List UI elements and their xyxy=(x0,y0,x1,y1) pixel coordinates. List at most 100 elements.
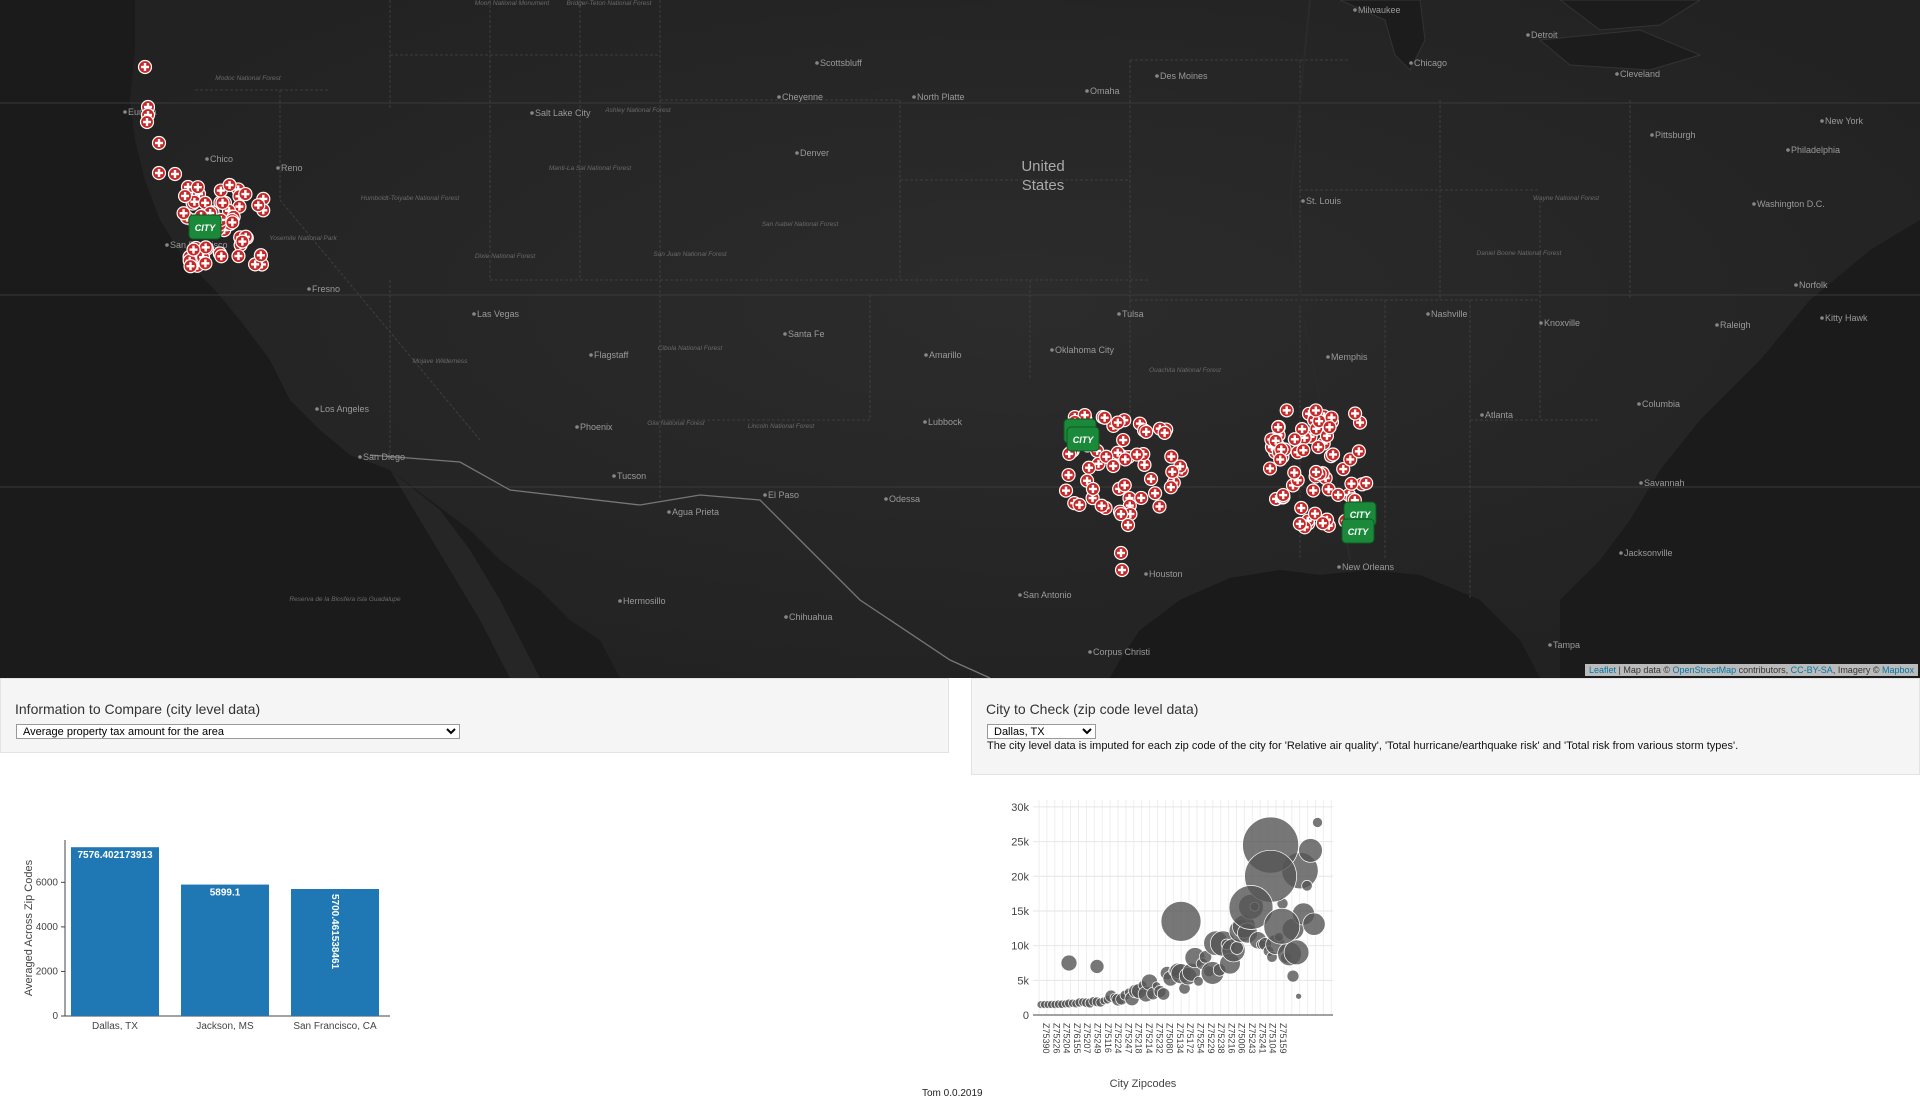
hospital-marker-icon[interactable] xyxy=(1106,458,1121,474)
hospital-marker-icon[interactable] xyxy=(235,234,250,249)
hospital-marker-icon[interactable] xyxy=(1306,483,1321,498)
hospital-marker-icon[interactable] xyxy=(1331,487,1346,502)
hospital-marker-icon[interactable] xyxy=(1322,420,1337,435)
hospital-marker-icon[interactable] xyxy=(1116,432,1131,448)
attribution-text: | Map data © xyxy=(1616,665,1673,675)
bubble-chart[interactable]: 0 5k 10k 15k 20k 25k 30k Z75390 Z75226 Z75204 Z761… xyxy=(971,780,1371,1095)
hospital-marker-icon[interactable] xyxy=(1152,499,1167,514)
hospital-marker-icon[interactable] xyxy=(1072,497,1087,512)
bubble[interactable] xyxy=(1156,987,1171,1001)
hospital-marker-icon[interactable] xyxy=(1113,545,1129,561)
bubble[interactable] xyxy=(1230,941,1244,955)
hospital-marker-icon[interactable] xyxy=(186,242,201,257)
hospital-marker-icon[interactable] xyxy=(190,180,205,195)
hospital-marker-icon[interactable] xyxy=(151,165,167,181)
hospital-marker-icon[interactable] xyxy=(214,249,229,264)
hospital-marker-icon[interactable] xyxy=(251,198,266,213)
compare-metric-select[interactable]: Average property tax amount for the area xyxy=(16,724,460,739)
hospital-marker-icon[interactable] xyxy=(1165,464,1180,479)
city-marker-icon[interactable]: CITY xyxy=(1066,426,1100,452)
hospital-marker-icon[interactable] xyxy=(1262,461,1278,476)
bar-chart[interactable]: 0 2000 4000 6000Averaged Across Zip Codes Da… xyxy=(0,830,400,1030)
hospital-marker-icon[interactable] xyxy=(151,135,167,151)
hospital-marker-icon[interactable] xyxy=(1085,481,1101,497)
hospital-marker-icon[interactable] xyxy=(215,195,230,210)
hospital-marker-icon[interactable] xyxy=(1325,447,1341,462)
hospital-marker-icon[interactable] xyxy=(1139,424,1154,439)
bubble[interactable] xyxy=(1312,817,1323,828)
hospital-marker-icon[interactable] xyxy=(222,177,237,193)
hospital-marker-icon[interactable] xyxy=(253,248,268,263)
hospital-marker-icon[interactable] xyxy=(1348,406,1363,421)
hospital-marker-icon[interactable] xyxy=(177,188,193,204)
hospital-marker-icon[interactable] xyxy=(198,240,213,255)
hospital-marker-icon[interactable] xyxy=(1081,460,1097,475)
hospital-marker-icon[interactable] xyxy=(1097,410,1112,425)
hospital-marker-icon[interactable] xyxy=(1294,500,1309,516)
hospital-marker-icon[interactable] xyxy=(1287,465,1302,480)
hospital-marker-icon[interactable] xyxy=(231,248,246,264)
hospital-marker-icon[interactable] xyxy=(1134,490,1149,506)
bubble[interactable] xyxy=(1295,992,1302,1000)
hospital-marker-icon[interactable] xyxy=(167,166,183,182)
hospital-marker-icon[interactable] xyxy=(1276,487,1291,503)
hospital-marker-icon[interactable] xyxy=(1287,432,1302,447)
hospital-marker-icon[interactable] xyxy=(1311,439,1326,455)
hospital-marker-icon[interactable] xyxy=(1129,447,1145,462)
compare-panel-title: Information to Compare (city level data) xyxy=(15,701,261,717)
hospital-marker-icon[interactable] xyxy=(1114,562,1130,578)
hospital-marker-icon[interactable] xyxy=(1315,516,1330,531)
bubble[interactable] xyxy=(1286,969,1300,983)
city-marker-icon[interactable]: CITY xyxy=(188,214,222,240)
hospital-marker-icon[interactable] xyxy=(1279,403,1294,418)
hospital-marker-icon[interactable] xyxy=(1292,516,1307,531)
hospital-marker-icon[interactable] xyxy=(1061,467,1076,483)
hospital-marker-icon[interactable] xyxy=(1110,415,1125,430)
city-select[interactable]: Dallas, TX xyxy=(987,724,1096,739)
hospital-marker-icon[interactable] xyxy=(1117,478,1132,493)
hospital-marker-icon[interactable] xyxy=(183,259,198,274)
bar[interactable] xyxy=(71,847,159,1016)
hospital-marker-icon[interactable] xyxy=(1296,443,1311,458)
hospital-marker-icon[interactable] xyxy=(1157,425,1172,440)
hospital-marker-icon[interactable] xyxy=(1143,471,1159,487)
leaflet-link[interactable]: Leaflet xyxy=(1589,665,1616,675)
hospital-marker-icon[interactable] xyxy=(1308,464,1324,480)
hospital-marker-icon[interactable] xyxy=(1359,476,1374,491)
hospital-marker-icon[interactable] xyxy=(1271,420,1286,435)
hospital-marker-icon[interactable] xyxy=(1308,403,1323,418)
bubble[interactable] xyxy=(1160,901,1202,942)
bar[interactable] xyxy=(181,884,269,1016)
hospital-marker-icon[interactable] xyxy=(225,215,240,230)
hospital-marker-icon[interactable] xyxy=(198,256,213,271)
bubble[interactable] xyxy=(1263,907,1301,945)
bubble[interactable] xyxy=(1301,880,1313,892)
map[interactable]: Milwaukee Detroit Chicago Cleveland New York… xyxy=(0,0,1920,678)
city-marker-icon[interactable]: CITY xyxy=(1341,518,1375,544)
hospital-marker-icon[interactable] xyxy=(238,186,253,202)
hospital-marker-icon[interactable] xyxy=(1344,476,1359,491)
bubble[interactable] xyxy=(1302,912,1326,936)
bubble[interactable] xyxy=(1298,838,1323,863)
map-canvas[interactable]: Milwaukee Detroit Chicago Cleveland New York… xyxy=(0,0,1920,678)
osm-link[interactable]: OpenStreetMap xyxy=(1673,665,1737,675)
bubble[interactable] xyxy=(1089,959,1105,974)
city-label: Omaha xyxy=(1090,86,1120,96)
hospital-marker-icon[interactable] xyxy=(1163,480,1178,495)
hospital-marker-icon[interactable] xyxy=(137,59,153,75)
hospital-marker-icon[interactable] xyxy=(1058,483,1074,498)
hospital-marker-icon[interactable] xyxy=(139,114,155,130)
bar-data-label: 5700.461538461 xyxy=(329,894,340,970)
mapbox-link[interactable]: Mapbox xyxy=(1882,665,1914,675)
hospital-marker-icon[interactable] xyxy=(1351,444,1366,459)
hospital-marker-icon[interactable] xyxy=(1273,452,1288,467)
hospital-marker-icon[interactable] xyxy=(1147,486,1163,501)
license-link[interactable]: CC-BY-SA xyxy=(1791,665,1833,675)
bubble[interactable] xyxy=(1060,954,1078,972)
hospital-marker-icon[interactable] xyxy=(176,206,191,221)
hospital-marker-icon[interactable] xyxy=(1120,517,1136,533)
bubble[interactable] xyxy=(1283,939,1310,966)
city-label: Agua Prieta xyxy=(672,507,719,517)
hospital-marker-icon[interactable] xyxy=(1094,498,1109,513)
city-label: Tucson xyxy=(617,471,646,481)
